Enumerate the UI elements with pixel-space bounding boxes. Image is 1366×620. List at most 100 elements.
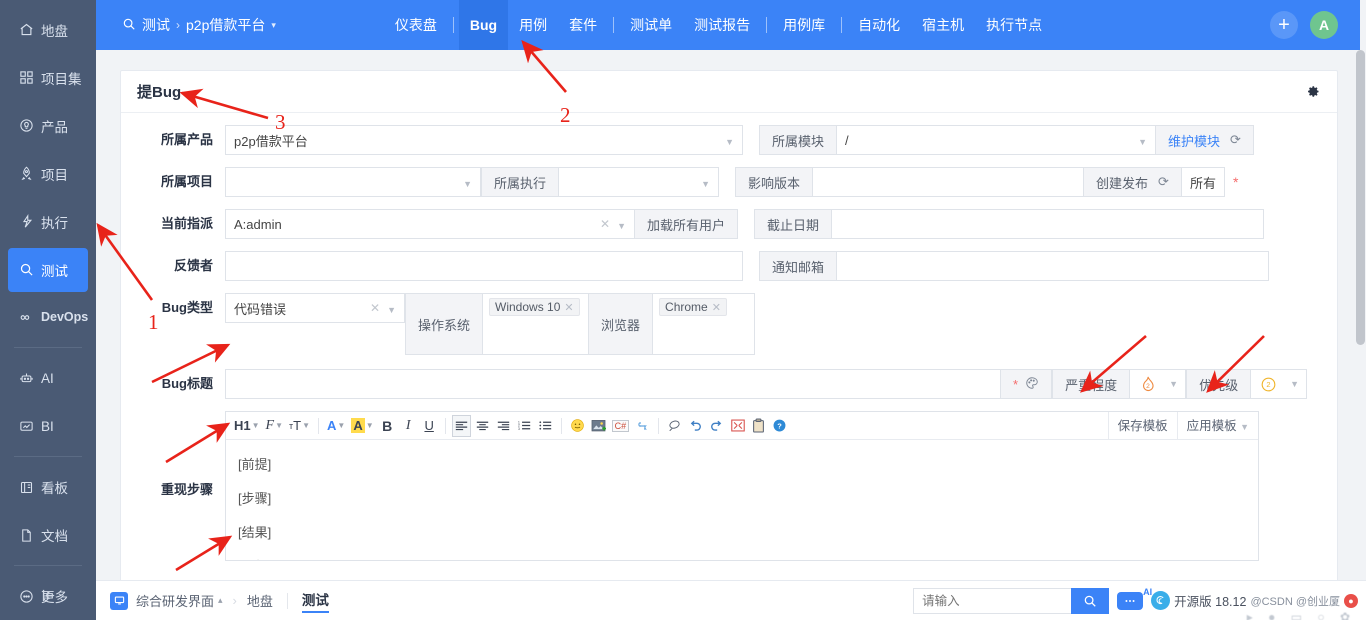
taskbar-crumb-item[interactable]: 地盘 [247, 591, 273, 610]
undo-icon[interactable] [686, 415, 705, 437]
sidebar-item-home[interactable]: 地盘 [8, 8, 88, 52]
steps-textarea[interactable]: [前提] [步骤] [结果] [期望] [226, 440, 1258, 560]
eraser-icon[interactable] [665, 415, 684, 437]
sidebar-item-test[interactable]: 测试 [8, 247, 88, 292]
bugtype-select[interactable]: 代码错误 ✕ ▼ [225, 293, 405, 323]
chevron-down-icon[interactable]: ▾ [271, 20, 276, 31]
sidebar-item-product[interactable]: 产品 [8, 104, 88, 148]
scrollbar-thumb[interactable] [1356, 50, 1365, 345]
load-all-users-button[interactable]: 加载所有用户 [635, 209, 739, 239]
refresh-icon[interactable]: ⟳ [1230, 132, 1241, 148]
ai-assistant-icon[interactable]: AI [1117, 587, 1152, 610]
chevron-down-icon: ▼ [463, 179, 472, 189]
maintain-module-button[interactable]: 维护模块 ⟳ [1156, 125, 1254, 155]
nav-item-testtask[interactable]: 测试单 [619, 0, 683, 50]
nav-item-host[interactable]: 宿主机 [911, 0, 975, 50]
close-icon[interactable]: ✕ [600, 217, 610, 231]
underline-icon[interactable]: U [420, 415, 439, 437]
nav-item-bug[interactable]: Bug [458, 0, 509, 50]
version-all-button[interactable]: 所有 [1181, 167, 1225, 197]
search-input[interactable] [913, 587, 1072, 614]
svg-text:2: 2 [1146, 382, 1150, 389]
taskbar-current-tab[interactable]: 测试 [301, 589, 329, 613]
run-icon [19, 214, 34, 229]
nav-item-caselib[interactable]: 用例库 [772, 0, 836, 50]
bug-title-input[interactable] [225, 369, 1001, 399]
assigned-group: A:admin ✕ ▼ 加载所有用户 [225, 209, 739, 239]
ordered-list-icon[interactable]: 123 [515, 415, 534, 437]
project-select[interactable]: ▼ [225, 167, 481, 197]
sidebar-collapse-button[interactable] [0, 574, 96, 620]
font-size-icon[interactable]: т T ▼ [287, 415, 312, 437]
italic-icon[interactable]: I [399, 415, 418, 437]
sidebar-item-devops[interactable]: DevOps [8, 296, 88, 340]
nav-item-automation[interactable]: 自动化 [847, 0, 911, 50]
sidebar-item-bi[interactable]: BI [8, 404, 88, 448]
browser-tag[interactable]: Chrome ✕ [659, 298, 727, 316]
nav-item-dashboard[interactable]: 仪表盘 [384, 0, 448, 50]
sidebar-item-doc[interactable]: 文档 [8, 513, 88, 557]
palette-icon[interactable] [1025, 376, 1039, 393]
sidebar-item-board[interactable]: 看板 [8, 465, 88, 509]
toolbar-divider-2 [444, 417, 446, 434]
code-icon[interactable]: C# [610, 415, 632, 437]
version-input[interactable] [812, 167, 1085, 197]
nav-item-testreport[interactable]: 测试报告 [683, 0, 761, 50]
text-color-icon[interactable]: A ▼ [325, 415, 347, 437]
page-scrollbar[interactable] [1354, 50, 1366, 580]
sidebar-item-ai[interactable]: AI [8, 356, 88, 400]
apply-template-button[interactable]: 应用模板 ▼ [1176, 412, 1258, 440]
sidebar-item-execution[interactable]: 执行 [8, 200, 88, 244]
gear-icon[interactable] [1306, 84, 1321, 102]
paste-icon[interactable] [749, 415, 768, 437]
execution-select[interactable]: ▼ [559, 167, 720, 197]
assigned-select[interactable]: A:admin ✕ ▼ [225, 209, 635, 239]
chevron-up-icon[interactable]: ▴ [218, 595, 223, 606]
add-button[interactable]: + [1270, 11, 1298, 39]
redo-icon[interactable] [707, 415, 726, 437]
help-icon[interactable]: ? [770, 415, 789, 437]
os-tag[interactable]: Windows 10 ✕ [489, 298, 580, 316]
nav-item-case[interactable]: 用例 [508, 0, 558, 50]
mail-group: 通知邮箱 [759, 251, 1270, 281]
refresh-icon[interactable]: ⟳ [1158, 174, 1169, 190]
close-icon[interactable]: ✕ [712, 301, 721, 314]
align-center-icon[interactable] [473, 415, 492, 437]
image-icon[interactable] [589, 415, 608, 437]
nav-item-suite[interactable]: 套件 [558, 0, 608, 50]
close-icon[interactable]: ✕ [564, 301, 573, 314]
sidebar-item-project[interactable]: 项目 [8, 152, 88, 196]
breadcrumb-project[interactable]: p2p借款平台 [186, 15, 265, 35]
emoji-icon[interactable] [568, 415, 587, 437]
heading-icon[interactable]: H1 ▼ [232, 415, 262, 437]
nav-item-node[interactable]: 执行节点 [975, 0, 1053, 50]
browser-tagbox[interactable]: Chrome ✕ [653, 293, 756, 355]
taskbar-app-name[interactable]: 综合研发界面 [136, 591, 214, 610]
bullet-list-icon[interactable] [536, 415, 555, 437]
breadcrumb-module[interactable]: 测试 [142, 15, 170, 35]
bold-icon[interactable]: B [378, 415, 397, 437]
search-button[interactable] [1071, 587, 1110, 614]
reporter-input[interactable] [225, 251, 743, 281]
close-icon[interactable]: ✕ [370, 301, 380, 315]
highlight-color-icon[interactable]: A ▼ [349, 415, 375, 437]
priority-select[interactable]: 2 ▼ [1251, 369, 1308, 399]
row-bugtype-os-browser: Bug类型 代码错误 ✕ ▼ 操作系统 Windows 10 ✕ 浏览器 Chro… [137, 293, 1321, 355]
sidebar-item-label: 地盘 [41, 23, 68, 39]
create-release-button[interactable]: 创建发布 ⟳ [1084, 167, 1182, 197]
avatar[interactable]: A [1310, 11, 1338, 39]
mail-input[interactable] [836, 251, 1270, 281]
sidebar-item-programs[interactable]: 项目集 [8, 56, 88, 100]
severity-select[interactable]: 2 ▼ [1130, 369, 1187, 399]
align-left-icon[interactable] [451, 414, 471, 437]
deadline-input[interactable] [831, 209, 1265, 239]
font-family-icon[interactable]: F ▼ [264, 415, 285, 437]
os-tagbox[interactable]: Windows 10 ✕ [483, 293, 590, 355]
fullscreen-icon[interactable] [728, 415, 747, 437]
product-select[interactable]: p2p借款平台 ▼ [225, 125, 743, 155]
module-select[interactable]: / ▼ [836, 125, 1157, 155]
align-right-icon[interactable] [494, 415, 513, 437]
row-assigned-deadline: 当前指派 A:admin ✕ ▼ 加载所有用户 截止日期 [137, 209, 1321, 239]
save-template-button[interactable]: 保存模板 [1107, 412, 1177, 440]
link-icon[interactable] [633, 415, 652, 437]
